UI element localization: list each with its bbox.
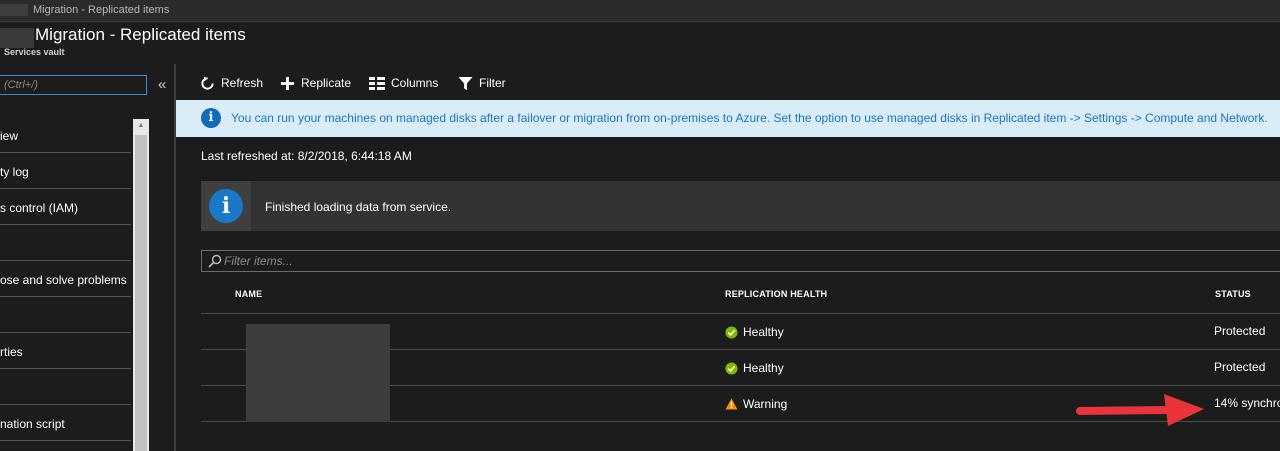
window-title-bar: Migration - Replicated items xyxy=(0,0,1280,22)
sidebar-item-label: nation script xyxy=(0,417,65,431)
refresh-label: Refresh xyxy=(221,76,264,90)
filter-items-field[interactable] xyxy=(201,250,1280,272)
redacted-region xyxy=(0,28,34,48)
check-circle-icon xyxy=(725,325,738,339)
replication-health-cell: Healthy xyxy=(725,361,784,375)
sidebar-item-properties[interactable]: rties xyxy=(0,334,131,369)
column-header-name[interactable]: NAME xyxy=(235,289,262,299)
sidebar-item-activity-log[interactable]: ty log xyxy=(0,154,131,189)
sidebar-scrollbar[interactable]: ▲ xyxy=(133,119,149,451)
columns-label: Columns xyxy=(391,76,439,90)
sidebar-search-input[interactable] xyxy=(0,76,144,94)
sidebar-item-tags[interactable] xyxy=(0,226,131,261)
notification-icon-area: i xyxy=(201,181,251,231)
filter-funnel-icon xyxy=(458,76,473,91)
sidebar-item-diagnose[interactable]: ose and solve problems xyxy=(0,262,131,297)
sidebar-item-label: ty log xyxy=(0,165,29,179)
replicate-label: Replicate xyxy=(301,76,352,90)
sidebar: « iew ty log s control (IAM) ose and sol… xyxy=(0,64,174,451)
sidebar-item-blank[interactable] xyxy=(0,298,131,333)
sidebar-item-access-control[interactable]: s control (IAM) xyxy=(0,190,131,225)
status-notification: i Finished loading data from service. xyxy=(201,181,1280,231)
filter-items-input[interactable] xyxy=(224,253,624,269)
sidebar-search[interactable] xyxy=(0,75,147,95)
sidebar-item-label: iew xyxy=(0,129,19,143)
health-label: Healthy xyxy=(743,361,784,375)
sidebar-item-label: ose and solve problems xyxy=(0,273,127,287)
last-refreshed-text: Last refreshed at: 8/2/2018, 6:44:18 AM xyxy=(201,149,412,163)
columns-button[interactable]: Columns xyxy=(369,74,438,92)
redacted-name-cells xyxy=(246,324,390,422)
warning-triangle-icon xyxy=(725,398,738,410)
column-header-status[interactable]: STATUS xyxy=(1215,289,1251,299)
info-banner-text: You can run your machines on managed dis… xyxy=(231,111,1268,125)
check-circle-icon xyxy=(725,361,738,375)
health-label: Warning xyxy=(743,397,788,411)
scroll-thumb[interactable] xyxy=(135,135,147,451)
notification-text: Finished loading data from service. xyxy=(265,200,452,214)
info-icon: i xyxy=(209,189,243,223)
scroll-up-icon[interactable]: ▲ xyxy=(133,119,149,133)
page-header: Migration - Replicated items Services va… xyxy=(0,22,1280,64)
annotation-arrow-icon xyxy=(1076,390,1206,433)
sidebar-item-overview[interactable]: iew xyxy=(0,118,131,153)
sidebar-item-locks[interactable] xyxy=(0,370,131,405)
filter-label: Filter xyxy=(479,76,506,90)
column-header-replication-health[interactable]: REPLICATION HEALTH xyxy=(725,289,827,299)
sidebar-item-automation-script[interactable]: nation script xyxy=(0,406,131,441)
info-icon: i xyxy=(201,108,221,128)
columns-icon xyxy=(369,76,385,90)
health-label: Healthy xyxy=(743,325,784,339)
breadcrumb[interactable]: Migration - Replicated items xyxy=(33,4,169,16)
status-cell: 14% synchro xyxy=(1214,396,1280,410)
replicate-button[interactable]: Replicate xyxy=(280,74,351,92)
toolbar: Refresh Replicate Columns Filter xyxy=(176,64,1280,100)
search-icon xyxy=(208,254,222,273)
refresh-icon xyxy=(200,75,215,91)
collapse-sidebar-icon[interactable]: « xyxy=(158,76,166,93)
page-subtitle: Services vault xyxy=(4,47,65,57)
plus-icon xyxy=(280,76,295,91)
sidebar-item-label: rties xyxy=(0,345,23,359)
refresh-button[interactable]: Refresh xyxy=(200,74,263,92)
redacted-region xyxy=(0,4,28,16)
filter-button[interactable]: Filter xyxy=(458,74,506,92)
replication-health-cell: Healthy xyxy=(725,325,784,339)
info-banner[interactable]: i You can run your machines on managed d… xyxy=(176,100,1280,137)
replication-health-cell: Warning xyxy=(725,397,787,411)
status-cell: Protected xyxy=(1214,360,1266,374)
page-title: Migration - Replicated items xyxy=(35,25,246,44)
sidebar-item-label: s control (IAM) xyxy=(0,201,79,215)
status-cell: Protected xyxy=(1214,324,1266,338)
